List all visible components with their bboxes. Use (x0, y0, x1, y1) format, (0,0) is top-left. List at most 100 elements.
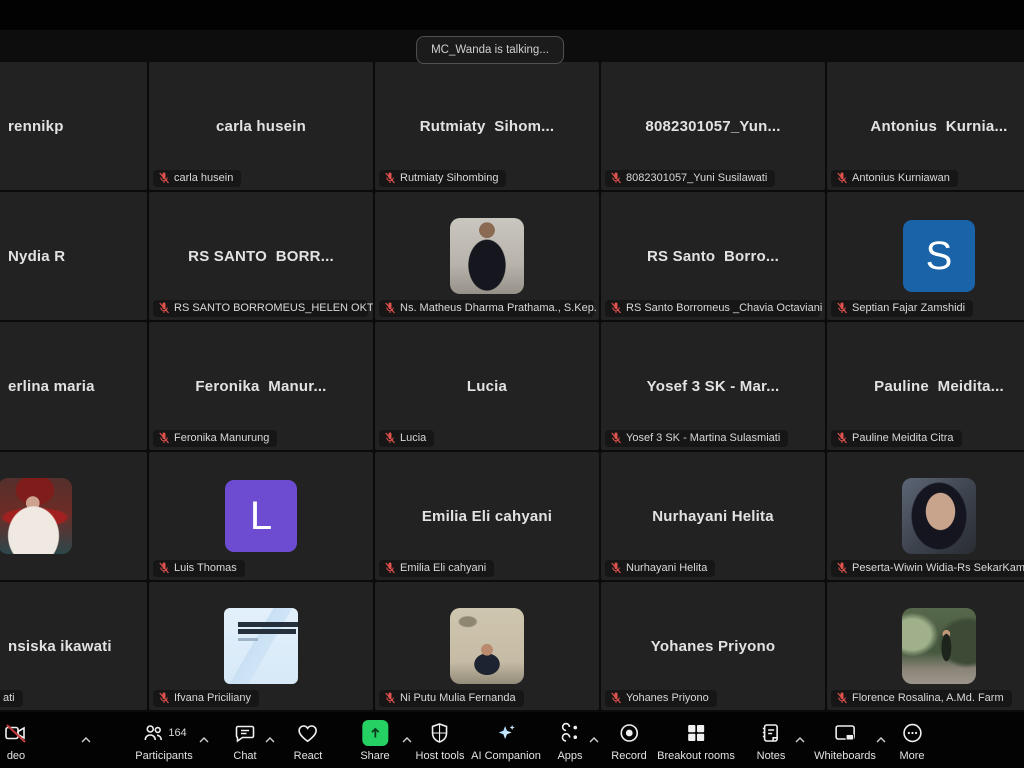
mic-muted-icon (158, 302, 170, 314)
share-chevron-up-icon[interactable] (402, 730, 412, 748)
record-button[interactable]: Record (611, 720, 646, 762)
participant-tile[interactable]: nsiska ikawati ati (0, 582, 147, 710)
participant-label: ati (0, 690, 23, 707)
participant-tile[interactable]: Peserta-Wiwin Widia-Rs SekarKamulyan (827, 452, 1024, 580)
whiteboards-button[interactable]: Whiteboards (814, 720, 876, 762)
participant-tile[interactable]: erlina maria (0, 322, 147, 450)
participant-label: Rutmiaty Sihombing (379, 170, 506, 187)
participant-tile[interactable] (0, 452, 147, 580)
mic-muted-icon (158, 172, 170, 184)
apps-button[interactable]: Apps (557, 720, 582, 762)
participant-tile[interactable]: L Luis Thomas (149, 452, 373, 580)
participant-tile[interactable]: Nydia R (0, 192, 147, 320)
participant-label: Yosef 3 SK - Martina Sulasmiati (605, 430, 788, 447)
apps-chevron-up-icon[interactable] (589, 730, 599, 748)
breakout-rooms-icon (684, 720, 708, 746)
mic-muted-icon (384, 562, 396, 574)
participant-tile[interactable]: Rutmiaty Sihom... Rutmiaty Sihombing (375, 62, 599, 190)
participant-tile[interactable]: Florence Rosalina, A.Md. Farm (827, 582, 1024, 710)
participant-label-text: Septian Fajar Zamshidi (852, 302, 965, 314)
participant-tile[interactable]: 8082301057_Yun... 8082301057_Yuni Susila… (601, 62, 825, 190)
participant-label-text: Nurhayani Helita (626, 562, 707, 574)
video-button[interactable]: deo (4, 720, 28, 762)
participant-tile[interactable]: Pauline Meidita... Pauline Meidita Citra (827, 322, 1024, 450)
whiteboards-chevron-up-icon[interactable] (876, 730, 886, 748)
participant-label: Peserta-Wiwin Widia-Rs SekarKamulyan (831, 560, 1024, 577)
mic-muted-icon (384, 692, 396, 704)
host-tools-button[interactable]: Host tools (416, 720, 465, 762)
mic-muted-icon (610, 302, 622, 314)
participant-tile[interactable]: Feronika Manur... Feronika Manurung (149, 322, 373, 450)
participant-tile[interactable]: rennikp (0, 62, 147, 190)
participant-tile[interactable]: Yohanes Priyono Yohanes Priyono (601, 582, 825, 710)
participant-name: rennikp (0, 62, 147, 190)
heart-icon (296, 720, 320, 746)
participant-tile[interactable]: Nurhayani Helita Nurhayani Helita (601, 452, 825, 580)
mic-muted-icon (836, 302, 848, 314)
mic-muted-icon (610, 562, 622, 574)
participant-label: Florence Rosalina, A.Md. Farm (831, 690, 1012, 707)
speaker-toast: MC_Wanda is talking... (416, 36, 564, 64)
participant-name: erlina maria (0, 322, 147, 450)
participant-tile[interactable]: RS Santo Borro... RS Santo Borromeus _Ch… (601, 192, 825, 320)
participant-label-text: ati (3, 692, 15, 704)
participant-label: Luis Thomas (153, 560, 245, 577)
participant-label: 8082301057_Yuni Susilawati (605, 170, 775, 187)
participant-avatar (902, 608, 976, 684)
participant-tile[interactable]: RS SANTO BORR... RS SANTO BORROMEUS_HELE… (149, 192, 373, 320)
participant-tile[interactable]: Ifvana Priciliany (149, 582, 373, 710)
participants-button[interactable]: 164 Participants (135, 720, 192, 762)
participants-icon (141, 721, 165, 745)
participant-tile[interactable]: Ns. Matheus Dharma Prathama., S.Kep. (375, 192, 599, 320)
apps-icon (558, 720, 582, 746)
participant-avatar (450, 218, 524, 294)
participant-label: Feronika Manurung (153, 430, 277, 447)
participant-tile[interactable]: carla husein carla husein (149, 62, 373, 190)
participant-label: Ni Putu Mulia Fernanda (379, 690, 524, 707)
participant-tile[interactable]: S Septian Fajar Zamshidi (827, 192, 1024, 320)
meeting-toolbar: deo 164 Participants Chat (0, 712, 1024, 768)
participant-tile[interactable]: Lucia Lucia (375, 322, 599, 450)
mic-muted-icon (384, 302, 396, 314)
react-button[interactable]: React (294, 720, 323, 762)
participant-avatar (902, 478, 976, 554)
participant-label: Nurhayani Helita (605, 560, 715, 577)
breakout-rooms-button[interactable]: Breakout rooms (657, 720, 735, 762)
ai-companion-icon (494, 720, 518, 746)
chat-chevron-up-icon[interactable] (265, 730, 275, 748)
participant-label-text: 8082301057_Yuni Susilawati (626, 172, 767, 184)
video-chevron-up-icon[interactable] (81, 730, 91, 748)
participant-label: Ns. Matheus Dharma Prathama., S.Kep. (379, 300, 594, 317)
chat-button[interactable]: Chat (233, 720, 257, 762)
mic-muted-icon (610, 172, 622, 184)
chat-icon (233, 720, 257, 746)
participant-label-text: Yohanes Priyono (626, 692, 709, 704)
participant-avatar: L (225, 480, 297, 552)
participant-label: Emilia Eli cahyani (379, 560, 494, 577)
mic-muted-icon (836, 562, 848, 574)
more-button[interactable]: More (899, 720, 924, 762)
participant-tile[interactable]: Ni Putu Mulia Fernanda (375, 582, 599, 710)
participant-avatar (224, 608, 298, 684)
participant-label-text: Feronika Manurung (174, 432, 269, 444)
participant-label-text: Pauline Meidita Citra (852, 432, 954, 444)
mic-muted-icon (836, 432, 848, 444)
participant-tile[interactable]: Yosef 3 SK - Mar... Yosef 3 SK - Martina… (601, 322, 825, 450)
whiteboards-icon (833, 720, 857, 746)
participant-name: Nydia R (0, 192, 147, 320)
participant-label-text: Ifvana Priciliany (174, 692, 251, 704)
participant-avatar (450, 608, 524, 684)
participant-label-text: Emilia Eli cahyani (400, 562, 486, 574)
participant-tile[interactable]: Emilia Eli cahyani Emilia Eli cahyani (375, 452, 599, 580)
participant-label: Septian Fajar Zamshidi (831, 300, 973, 317)
mic-muted-icon (158, 692, 170, 704)
ai-companion-button[interactable]: AI Companion (471, 720, 541, 762)
notes-chevron-up-icon[interactable] (795, 730, 805, 748)
participant-label-text: RS Santo Borromeus _Chavia Octaviani (626, 302, 822, 314)
participant-label: Pauline Meidita Citra (831, 430, 962, 447)
participant-tile[interactable]: Antonius Kurnia... Antonius Kurniawan (827, 62, 1024, 190)
notes-button[interactable]: Notes (757, 720, 786, 762)
participant-label-text: Yosef 3 SK - Martina Sulasmiati (626, 432, 780, 444)
share-button[interactable]: Share (360, 720, 389, 762)
participants-chevron-up-icon[interactable] (199, 730, 209, 748)
